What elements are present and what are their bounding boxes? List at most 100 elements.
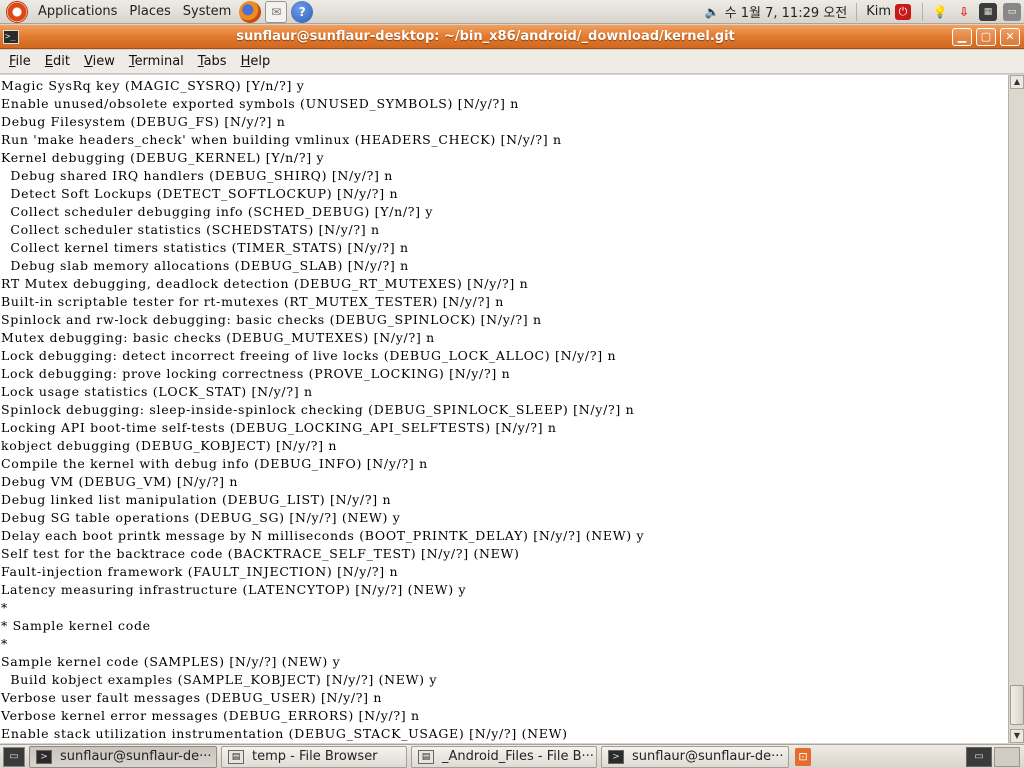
terminal-icon: > (608, 749, 624, 764)
terminal-line: Debug linked list manipulation (DEBUG_LI… (1, 492, 392, 507)
clock[interactable]: 수 1월 7, 11:29 오전 (725, 2, 848, 21)
terminal-line: Lock usage statistics (LOCK_STAT) [N/y/?… (1, 384, 313, 399)
scrollbar-thumb[interactable] (1010, 685, 1024, 725)
panel-separator (922, 2, 923, 21)
help-icon[interactable]: ? (291, 0, 314, 23)
workspace-switcher-2[interactable] (994, 746, 1020, 767)
taskbar-item-label: temp - File Browser (252, 749, 378, 764)
terminal-line: Debug slab memory allocations (DEBUG_SLA… (1, 258, 409, 273)
terminal-line: * (1, 600, 8, 615)
terminal-line: Detect Soft Lockups (DETECT_SOFTLOCKUP) … (1, 186, 399, 201)
workspace-switcher-1[interactable]: ▭ (966, 746, 992, 767)
panel-tray: 🔈 수 1월 7, 11:29 오전 Kim ⏻ 💡 ⇩ ▦ ▭ (701, 0, 1024, 24)
monitor-icon[interactable]: ▭ (1003, 2, 1021, 21)
terminal-line: Enable unused/obsolete exported symbols … (1, 96, 519, 111)
terminal-line: Fault-injection framework (FAULT_INJECTI… (1, 564, 399, 579)
scroll-down-arrow-icon[interactable]: ▼ (1010, 729, 1024, 743)
taskbar-item-label: _Android_Files - File B··· (442, 749, 594, 764)
menu-tabs-label: abs (203, 54, 227, 69)
terminal-line: Spinlock and rw-lock debugging: basic ch… (1, 312, 542, 327)
terminal-line: Delay each boot printk message by N mill… (1, 528, 645, 543)
top-panel: Applications Places System ✉ ? 🔈 수 1월 7,… (0, 0, 1024, 24)
terminal-line: RT Mutex debugging, deadlock detection (… (1, 276, 529, 291)
mail-icon[interactable]: ✉ (265, 0, 288, 23)
user-name[interactable]: Kim (866, 4, 891, 19)
power-icon[interactable]: ⏻ (895, 3, 911, 20)
terminal-line: kobject debugging (DEBUG_KOBJECT) [N/y/?… (1, 438, 338, 453)
taskbar-item-label: sunflaur@sunflaur-de··· (632, 749, 784, 764)
terminal-line: Mutex debugging: basic checks (DEBUG_MUT… (1, 330, 435, 345)
firefox-icon[interactable] (239, 0, 262, 23)
terminal-line: Lock debugging: detect incorrect freeing… (1, 348, 617, 363)
terminal-output[interactable]: Magic SysRq key (MAGIC_SYSRQ) [Y/n/?] y E… (0, 75, 1008, 743)
network-icon[interactable]: ▦ (979, 2, 997, 21)
terminal-line: Kernel debugging (DEBUG_KERNEL) [Y/n/?] … (1, 150, 325, 165)
menu-edit-mnemonic: E (44, 54, 53, 69)
trash-icon[interactable]: ⊡ (795, 747, 811, 766)
terminal-line: Collect kernel timers statistics (TIMER_… (1, 240, 409, 255)
menubar: File Edit View Terminal Tabs Help (0, 50, 1024, 74)
applications-menu[interactable]: Applications (32, 0, 123, 24)
terminal-line: Verbose kernel error messages (DEBUG_ERR… (1, 708, 420, 723)
minimize-button[interactable]: ▁ (952, 27, 972, 46)
terminal-scrollbar[interactable]: ▲ ▼ (1008, 75, 1024, 743)
terminal-line: Locking API boot-time self-tests (DEBUG_… (1, 420, 557, 435)
panel-separator (856, 2, 858, 21)
maximize-button[interactable]: ▢ (976, 27, 996, 46)
menu-help-label: elp (250, 54, 271, 69)
menu-view[interactable]: View (77, 54, 122, 69)
taskbar-item-android-files[interactable]: ▤ _Android_Files - File B··· (411, 745, 597, 768)
system-menu[interactable]: System (177, 0, 237, 24)
terminal-line: Enable stack utilization instrumentation… (1, 726, 568, 741)
terminal-line: Debug VM (DEBUG_VM) [N/y/?] n (1, 474, 239, 489)
terminal-line: Lock debugging: prove locking correctnes… (1, 366, 511, 381)
terminal-icon[interactable]: >_ (3, 29, 19, 44)
terminal-icon: > (36, 749, 52, 764)
terminal-line: Collect scheduler statistics (SCHEDSTATS… (1, 222, 380, 237)
terminal-line: * (1, 636, 8, 651)
terminal-line: Debug Filesystem (DEBUG_FS) [N/y/?] n (1, 114, 286, 129)
places-menu[interactable]: Places (123, 0, 176, 24)
show-desktop-icon[interactable]: ▭ (3, 746, 25, 767)
terminal-line: Debug SG table operations (DEBUG_SG) [N/… (1, 510, 401, 525)
terminal-line: Build kobject examples (SAMPLE_KOBJECT) … (1, 672, 438, 687)
terminal-line: Run 'make headers_check' when building v… (1, 132, 562, 147)
menu-help[interactable]: Help (234, 54, 278, 69)
terminal-line: Debug shared IRQ handlers (DEBUG_SHIRQ) … (1, 168, 394, 183)
terminal-line: Built-in scriptable tester for rt-mutexe… (1, 294, 504, 309)
terminal-line: Spinlock debugging: sleep-inside-spinloc… (1, 402, 635, 417)
terminal-line: Collect scheduler debugging info (SCHED_… (1, 204, 434, 219)
close-button[interactable]: ✕ (1000, 27, 1020, 46)
volume-icon[interactable]: 🔈 (705, 5, 721, 19)
window-titlebar[interactable]: >_ sunflaur@sunflaur-desktop: ~/bin_x86/… (0, 25, 1024, 49)
menu-view-mnemonic: V (83, 54, 93, 69)
ubuntu-logo-icon[interactable] (6, 0, 28, 23)
folder-icon: ▤ (418, 749, 434, 764)
taskbar-item-label: sunflaur@sunflaur-de··· (60, 749, 212, 764)
taskbar-item-terminal-2[interactable]: > sunflaur@sunflaur-de··· (601, 745, 789, 768)
taskbar-item-temp-browser[interactable]: ▤ temp - File Browser (221, 745, 407, 768)
window-title: sunflaur@sunflaur-desktop: ~/bin_x86/and… (236, 29, 735, 44)
menu-file[interactable]: File (2, 54, 38, 69)
terminal-line: Sample kernel code (SAMPLES) [N/y/?] (NE… (1, 654, 341, 669)
folder-icon: ▤ (228, 749, 244, 764)
scroll-up-arrow-icon[interactable]: ▲ (1010, 75, 1024, 89)
menu-file-label: ile (15, 54, 31, 69)
terminal-line: Self test for the backtrace code (BACKTR… (1, 546, 520, 561)
menu-help-mnemonic: H (240, 54, 251, 69)
bottom-taskbar: ▭ > sunflaur@sunflaur-de··· ▤ temp - Fil… (0, 744, 1024, 768)
menu-view-label: iew (92, 54, 115, 69)
menu-edit-label: dit (53, 54, 70, 69)
menu-edit[interactable]: Edit (38, 54, 77, 69)
terminal-line: Magic SysRq key (MAGIC_SYSRQ) [Y/n/?] y (1, 78, 305, 93)
terminal-line: Latency measuring infrastructure (LATENC… (1, 582, 467, 597)
taskbar-item-terminal-1[interactable]: > sunflaur@sunflaur-de··· (29, 745, 217, 768)
menu-tabs[interactable]: Tabs (191, 54, 234, 69)
update-notifier-icon[interactable]: ⇩ (955, 3, 973, 21)
menu-terminal-label: erminal (134, 54, 184, 69)
lightbulb-icon[interactable]: 💡 (931, 3, 949, 21)
menu-terminal[interactable]: Terminal (122, 54, 191, 69)
terminal-line: * Sample kernel code (1, 618, 151, 633)
terminal-line: Verbose user fault messages (DEBUG_USER)… (1, 690, 383, 705)
terminal-line: Compile the kernel with debug info (DEBU… (1, 456, 428, 471)
